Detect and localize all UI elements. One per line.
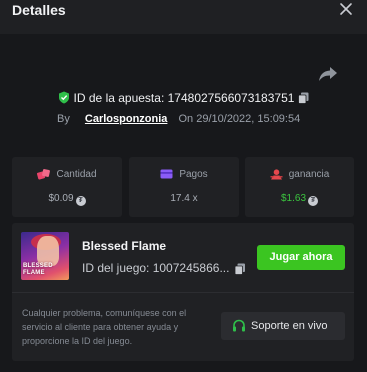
bet-id-row: ID de la apuesta: 1748027566073183751 (0, 90, 367, 105)
game-thumbnail-logo: BLESSED FLAME (23, 263, 53, 276)
divider (12, 292, 354, 293)
game-card: BLESSED FLAME Blessed Flame ID del juego… (12, 223, 354, 361)
headset-icon (233, 319, 245, 332)
bet-id-value: 1748027566073183751 (167, 90, 295, 105)
bet-author-row: By Carlosponzonia On 29/10/2022, 15:09:5… (57, 113, 300, 125)
dice-icon (37, 169, 51, 180)
help-text: Cualquier problema, comuníquese con el s… (22, 308, 187, 346)
close-icon[interactable] (339, 2, 353, 16)
by-label: By (57, 113, 70, 125)
copy-icon[interactable] (234, 263, 246, 275)
live-support-button[interactable]: Soporte en vivo (221, 312, 345, 340)
stat-profit-value: $1.63 ₮ (245, 193, 354, 206)
username-link[interactable]: Carlosponzonia (85, 113, 168, 125)
on-label: On (178, 113, 194, 125)
coin-icon: ₮ (75, 196, 86, 206)
stat-amount-value: $0.09 ₮ (12, 193, 122, 206)
page-title: Detalles (12, 2, 66, 18)
live-support-label: Soporte en vivo (251, 320, 328, 332)
stat-profit-label: ganancia (245, 169, 354, 180)
bet-date: 29/10/2022, 15:09:54 (196, 113, 301, 125)
bet-id-label: ID de la apuesta: (73, 90, 165, 105)
copy-icon[interactable] (297, 92, 309, 104)
stat-payout: Pagos 17.4 x (129, 157, 239, 217)
stat-profit: ganancia $1.63 ₮ (245, 157, 354, 217)
stat-payout-value: 17.4 x (170, 193, 198, 204)
stat-payout-label: Pagos (129, 169, 239, 180)
coin-icon: ₮ (308, 196, 319, 206)
game-thumbnail[interactable]: BLESSED FLAME (21, 232, 69, 280)
stat-amount-label: Cantidad (12, 169, 122, 180)
game-id: ID del juego: 1007245866... (82, 261, 230, 275)
share-icon[interactable] (318, 66, 338, 82)
play-now-button[interactable]: Jugar ahora (257, 245, 345, 270)
card-icon (160, 169, 173, 179)
game-name: Blessed Flame (82, 239, 167, 253)
header-bar: Detalles (0, 0, 367, 34)
shield-check-icon (59, 91, 70, 104)
stat-amount: Cantidad $0.09 ₮ (12, 157, 122, 217)
trophy-icon (270, 169, 283, 180)
